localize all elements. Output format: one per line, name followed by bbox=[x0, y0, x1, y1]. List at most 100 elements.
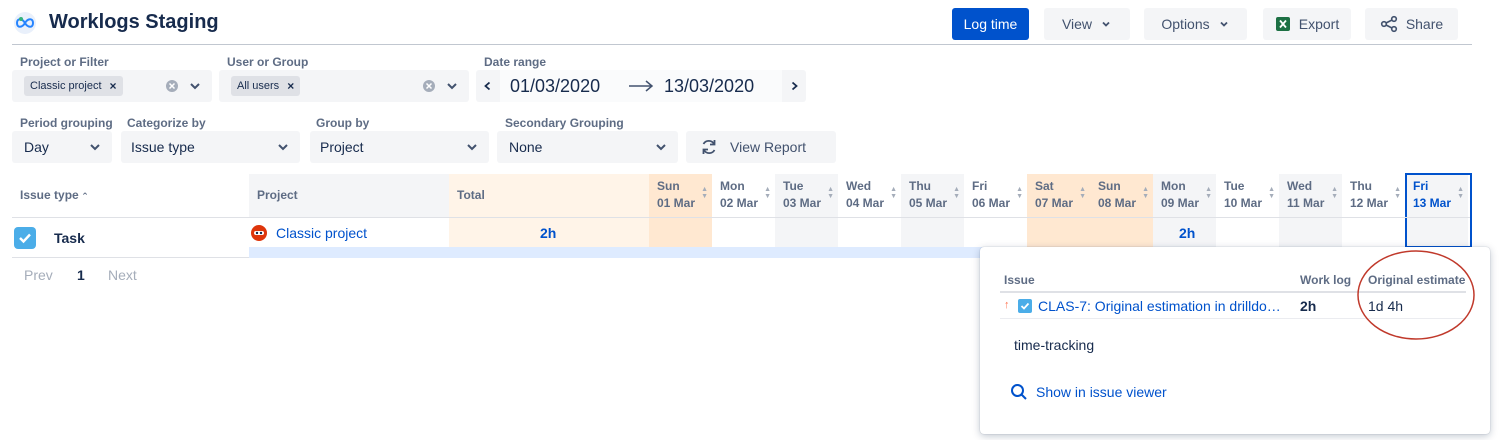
date-from-input[interactable]: 01/03/2020 bbox=[510, 76, 600, 97]
day-header[interactable]: Mon 02 Mar ▲ ▼ bbox=[712, 174, 775, 217]
view-label: View bbox=[1061, 16, 1093, 32]
share-button[interactable]: Share bbox=[1365, 8, 1458, 40]
view-report-button[interactable]: View Report bbox=[686, 131, 836, 163]
row-total-value[interactable]: 2h bbox=[540, 225, 556, 241]
issue-type-header-label: Issue type bbox=[20, 188, 79, 202]
worklog-details-popup: Issue Work log Original estimate ↑ CLAS-… bbox=[980, 247, 1490, 434]
user-tag: All users × bbox=[231, 76, 301, 96]
day-date-label: 01 Mar bbox=[657, 196, 696, 210]
period-grouping-value: Day bbox=[24, 139, 49, 155]
chevron-down-icon bbox=[1219, 21, 1228, 27]
next-page-button[interactable]: Next bbox=[108, 267, 137, 283]
next-period-button[interactable] bbox=[782, 70, 806, 102]
chevron-down-icon bbox=[447, 83, 457, 90]
group-by-select[interactable]: Project bbox=[310, 131, 489, 163]
prev-page-button[interactable]: Prev bbox=[24, 267, 53, 283]
chevron-down-icon bbox=[190, 83, 200, 90]
day-header[interactable]: Sat 07 Mar ▲ ▼ bbox=[1027, 174, 1090, 217]
view-dropdown-button[interactable]: View bbox=[1044, 8, 1130, 40]
categorize-by-value: Issue type bbox=[131, 139, 195, 155]
date-to-input[interactable]: 13/03/2020 bbox=[664, 76, 754, 97]
page-title: Worklogs Staging bbox=[49, 11, 219, 33]
sort-icon: ▲ ▼ bbox=[890, 186, 897, 200]
clear-icon[interactable] bbox=[165, 79, 179, 93]
remove-tag-icon[interactable]: × bbox=[287, 79, 294, 93]
issue-type-cell[interactable]: Task bbox=[54, 230, 85, 246]
day-header[interactable]: Sun 01 Mar ▲ ▼ bbox=[649, 174, 712, 217]
sort-icon: ▲ ▼ bbox=[1016, 186, 1023, 200]
total-header-label: Total bbox=[457, 188, 485, 202]
day-of-week-label: Sat bbox=[1035, 179, 1054, 193]
day-header[interactable]: Sun 08 Mar ▲ ▼ bbox=[1090, 174, 1153, 217]
total-header[interactable]: Total bbox=[449, 174, 649, 217]
export-button[interactable]: Export bbox=[1263, 8, 1351, 40]
day-header[interactable]: Wed 04 Mar ▲ ▼ bbox=[838, 174, 901, 217]
day-header[interactable]: Thu 12 Mar ▲ ▼ bbox=[1342, 174, 1405, 217]
day-date-label: 13 Mar bbox=[1413, 196, 1452, 210]
day-date-label: 06 Mar bbox=[972, 196, 1011, 210]
categorize-by-select[interactable]: Issue type bbox=[121, 131, 300, 163]
period-grouping-label: Period grouping bbox=[20, 116, 113, 130]
sort-icon: ▲ ▼ bbox=[953, 186, 960, 200]
day-of-week-label: Tue bbox=[783, 179, 804, 193]
user-filter-select[interactable]: All users × bbox=[219, 70, 469, 102]
day-of-week-label: Mon bbox=[720, 179, 745, 193]
issue-link[interactable]: CLAS-7: Original estimation in drilldo… bbox=[1038, 298, 1281, 314]
show-in-issue-viewer-link[interactable]: Show in issue viewer bbox=[1010, 383, 1167, 401]
period-grouping-select[interactable]: Day bbox=[12, 131, 112, 163]
options-label: Options bbox=[1161, 16, 1210, 32]
project-filter-select[interactable]: Classic project × bbox=[12, 70, 212, 102]
log-time-button[interactable]: Log time bbox=[952, 8, 1029, 40]
day-value-cell[interactable]: 2h bbox=[1179, 225, 1195, 241]
popup-worklog-value: 2h bbox=[1300, 298, 1317, 314]
arrow-right-icon bbox=[629, 80, 654, 92]
secondary-grouping-value: None bbox=[509, 139, 543, 155]
group-by-value: Project bbox=[320, 139, 364, 155]
prev-period-button[interactable] bbox=[476, 70, 500, 102]
day-header[interactable]: Fri 06 Mar ▲ ▼ bbox=[964, 174, 1027, 217]
task-type-icon bbox=[1018, 299, 1032, 313]
day-date-label: 09 Mar bbox=[1161, 196, 1200, 210]
day-header[interactable]: Thu 05 Mar ▲ ▼ bbox=[901, 174, 964, 217]
day-date-label: 11 Mar bbox=[1287, 196, 1325, 210]
date-range-label: Date range bbox=[484, 55, 547, 69]
remove-tag-icon[interactable]: × bbox=[110, 79, 117, 93]
clear-icon[interactable] bbox=[422, 79, 436, 93]
day-header[interactable]: Tue 10 Mar ▲ ▼ bbox=[1216, 174, 1279, 217]
day-date-label: 03 Mar bbox=[783, 196, 822, 210]
issue-label-tag: time-tracking bbox=[1014, 337, 1095, 353]
day-header[interactable]: Mon 09 Mar ▲ ▼ bbox=[1153, 174, 1216, 217]
sort-icon: ▲ ▼ bbox=[1331, 186, 1338, 200]
sort-icon: ▲ ▼ bbox=[1079, 186, 1086, 200]
day-of-week-label: Mon bbox=[1161, 179, 1186, 193]
user-filter-label: User or Group bbox=[227, 55, 309, 69]
sort-icon: ▲ ▼ bbox=[827, 186, 834, 200]
project-link[interactable]: Classic project bbox=[276, 225, 367, 241]
project-tag: Classic project × bbox=[24, 76, 123, 96]
annotation-circle bbox=[1357, 250, 1475, 340]
user-tag-label: All users bbox=[237, 80, 280, 92]
task-type-icon bbox=[14, 227, 36, 249]
day-header[interactable]: Fri 13 Mar ▲ ▼ bbox=[1405, 174, 1468, 217]
avatar-face-icon bbox=[254, 231, 264, 235]
issue-type-header[interactable]: Issue type ⌃ bbox=[12, 174, 249, 217]
day-header[interactable]: Wed 11 Mar ▲ ▼ bbox=[1279, 174, 1342, 217]
sort-icon: ▲ ▼ bbox=[764, 186, 771, 200]
group-by-label: Group by bbox=[316, 116, 370, 130]
excel-icon bbox=[1275, 17, 1290, 31]
secondary-grouping-select[interactable]: None bbox=[497, 131, 678, 163]
sort-icon: ▲ ▼ bbox=[1457, 186, 1464, 200]
options-dropdown-button[interactable]: Options bbox=[1144, 8, 1247, 40]
sort-icon: ▲ ▼ bbox=[1205, 186, 1212, 200]
day-of-week-label: Fri bbox=[972, 179, 988, 193]
date-range-picker: 01/03/2020 13/03/2020 bbox=[476, 70, 806, 102]
chevron-down-icon bbox=[656, 144, 666, 151]
header-row-divider bbox=[12, 217, 1470, 218]
day-date-label: 07 Mar bbox=[1035, 196, 1074, 210]
popup-issue-header: Issue bbox=[1004, 273, 1035, 287]
day-of-week-label: Sun bbox=[1098, 179, 1121, 193]
day-header[interactable]: Tue 03 Mar ▲ ▼ bbox=[775, 174, 838, 217]
page-number[interactable]: 1 bbox=[77, 267, 85, 283]
project-avatar-icon bbox=[251, 225, 267, 241]
project-header[interactable]: Project bbox=[249, 174, 306, 217]
